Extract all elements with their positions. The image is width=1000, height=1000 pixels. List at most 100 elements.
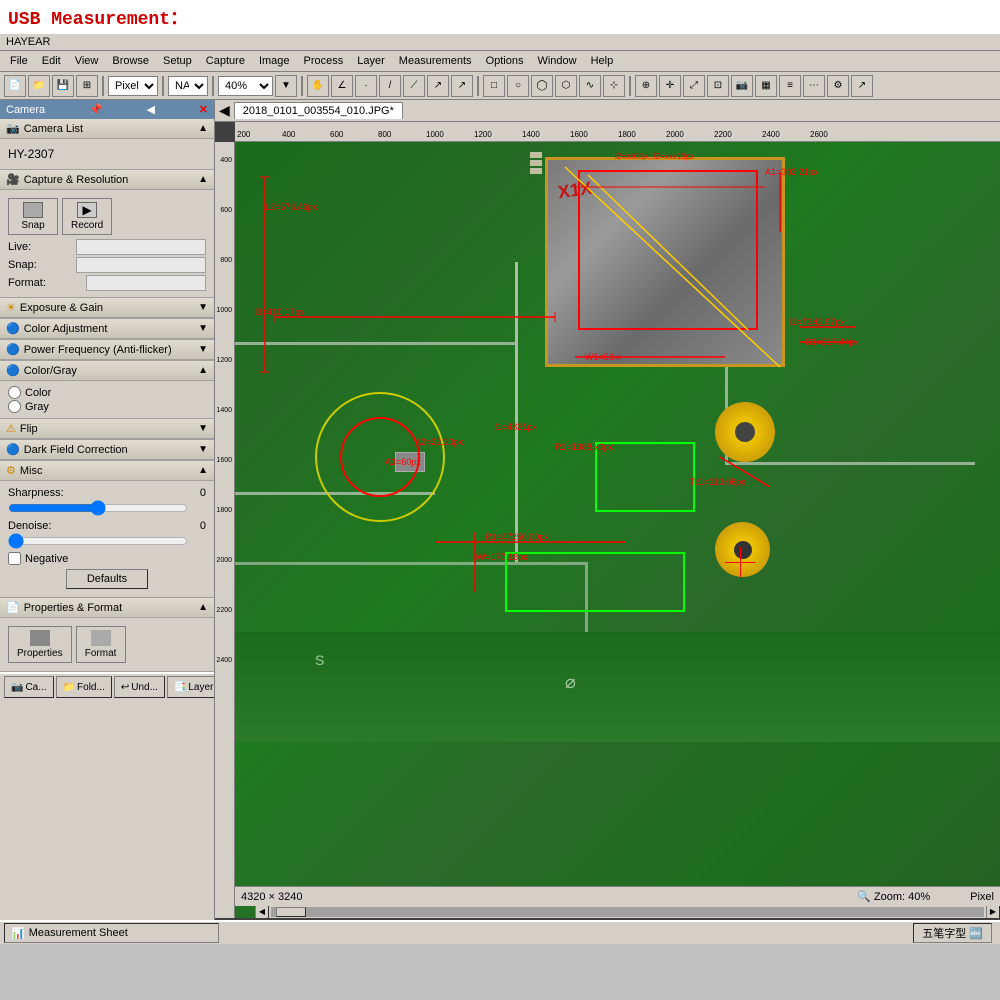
toolbar-angle[interactable]: ∠ [331,75,353,97]
toolbar-line2[interactable]: ⟋ [403,75,425,97]
camera-list-collapse[interactable]: ▲ [198,123,208,134]
menu-browse[interactable]: Browse [106,53,155,69]
defaults-button[interactable]: Defaults [66,569,148,589]
denoise-slider[interactable] [8,534,188,548]
menu-help[interactable]: Help [585,53,620,69]
exposure-collapse[interactable]: ▼ [198,302,208,313]
section-misc-header[interactable]: ⚙ Misc ▲ [0,461,214,481]
toolbar-hand[interactable]: ✋ [307,75,329,97]
panel-close[interactable]: ✕ [199,103,208,116]
misc-collapse[interactable]: ▲ [198,465,208,476]
horizontal-scrollbar[interactable]: ◀ ▶ [255,904,1000,918]
section-camera-list-header[interactable]: 📷 Camera List ▲ [0,119,214,139]
toolbar-arrow[interactable]: ↗ [451,75,473,97]
power-collapse[interactable]: ▼ [198,344,208,355]
capture-collapse[interactable]: ▲ [198,174,208,185]
image-area[interactable]: ◀ 2018_0101_003554_010.JPG* 200 400 600 … [215,100,1000,920]
section-properties-header[interactable]: 📄 Properties & Format ▲ [0,598,214,618]
section-flip-header[interactable]: ⚠ Flip ▼ [0,419,214,439]
menu-file[interactable]: File [4,53,34,69]
menu-process[interactable]: Process [298,53,350,69]
toolbar-circle[interactable]: ○ [507,75,529,97]
scroll-left[interactable]: ◀ [255,905,269,919]
toolbar-rect[interactable]: □ [483,75,505,97]
dark-field-collapse[interactable]: ▼ [198,444,208,455]
na-select[interactable]: NA [168,76,208,96]
toolbar-new[interactable]: 📄 [4,75,26,97]
toolbar-poly[interactable]: ⬡ [555,75,577,97]
toolbar-zoom-list[interactable]: ▼ [275,75,297,97]
tab-nav-left[interactable]: ◀ [219,102,230,119]
properties-collapse[interactable]: ▲ [198,602,208,613]
scroll-right[interactable]: ▶ [986,905,1000,919]
menu-window[interactable]: Window [531,53,582,69]
section-power-freq-header[interactable]: 🔵 Power Frequency (Anti-flicker) ▼ [0,340,214,360]
toolbar-grid2[interactable]: ▦ [755,75,777,97]
menu-edit[interactable]: Edit [36,53,67,69]
scroll-thumb[interactable] [276,907,306,917]
menu-image[interactable]: Image [253,53,296,69]
toolbar-settings[interactable]: ⚙ [827,75,849,97]
toolbar-spline[interactable]: ∿ [579,75,601,97]
toolbar-pts[interactable]: ⊹ [603,75,625,97]
menu-measurements[interactable]: Measurements [393,53,478,69]
flip-label: Flip [20,423,38,435]
pcb-canvas[interactable]: X1X [235,142,1000,918]
snapf-label: Snap: [8,259,37,271]
section-color-adj-header[interactable]: 🔵 Color Adjustment ▼ [0,319,214,339]
toolbar-cursor[interactable]: ⊕ [635,75,657,97]
format-input[interactable] [86,275,206,291]
pixel-select[interactable]: Pixel [108,76,158,96]
toolbar-line[interactable]: / [379,75,401,97]
scroll-track[interactable] [271,907,984,917]
pcb-trace-h2 [235,342,515,345]
sharpness-slider[interactable] [8,501,188,515]
camera-task-icon: 📷 [11,682,23,693]
toolbar-camera2[interactable]: 📷 [731,75,753,97]
panel-arrow[interactable]: ◀ [146,103,154,116]
menu-capture[interactable]: Capture [200,53,251,69]
properties-icon: 📄 [6,601,20,614]
folder-task-btn[interactable]: 📁 Fold... [56,676,112,698]
section-color-gray-header[interactable]: 🔵 Color/Gray ▲ [0,361,214,381]
negative-checkbox[interactable] [8,552,21,565]
color-adj-collapse[interactable]: ▼ [198,323,208,334]
toolbar-dot[interactable]: · [355,75,377,97]
gray-radio[interactable] [8,400,21,413]
toolbar-multiline[interactable]: ↗ [427,75,449,97]
toolbar-grid[interactable]: ⊞ [76,75,98,97]
flip-collapse[interactable]: ▼ [198,423,208,434]
toolbar-fit[interactable]: ⤢ [683,75,705,97]
snap-input[interactable] [76,257,206,273]
snap-button[interactable]: Snap [8,198,58,235]
camera-task-btn[interactable]: 📷 Ca... [4,676,54,698]
panel-pin[interactable]: 📌 [89,103,103,116]
toolbar-zoom-fit[interactable]: ⊡ [707,75,729,97]
layer-task-btn[interactable]: 📑 Layer [167,676,215,698]
menu-layer[interactable]: Layer [351,53,391,69]
zoom-select[interactable]: 40% [218,76,273,96]
section-capture-header[interactable]: 🎥 Capture & Resolution ▲ [0,170,214,190]
menu-setup[interactable]: Setup [157,53,198,69]
menu-options[interactable]: Options [480,53,530,69]
record-button[interactable]: ▶ Record [62,198,112,235]
toolbar-list[interactable]: ≡ [779,75,801,97]
color-radio[interactable] [8,386,21,399]
toolbar-open[interactable]: 📁 [28,75,50,97]
section-dark-field-header[interactable]: 🔵 Dark Field Correction ▼ [0,440,214,460]
format-button[interactable]: Format [76,626,126,663]
toolbar-ellipse[interactable]: ◯ [531,75,553,97]
undo-task-btn[interactable]: ↩ Und... [114,676,165,698]
image-tab[interactable]: 2018_0101_003554_010.JPG* [234,102,403,119]
toolbar-more[interactable]: ⋯ [803,75,825,97]
properties-button[interactable]: Properties [8,626,72,663]
ime-button[interactable]: 五笔字型 🔤 [913,923,992,943]
menu-view[interactable]: View [69,53,105,69]
measurement-sheet-btn[interactable]: 📊 Measurement Sheet [4,923,219,943]
toolbar-export[interactable]: ↗ [851,75,873,97]
toolbar-save[interactable]: 💾 [52,75,74,97]
section-exposure-header[interactable]: ☀ Exposure & Gain ▼ [0,298,214,318]
toolbar-cross[interactable]: ✛ [659,75,681,97]
live-input[interactable] [76,239,206,255]
color-gray-collapse[interactable]: ▲ [198,365,208,376]
